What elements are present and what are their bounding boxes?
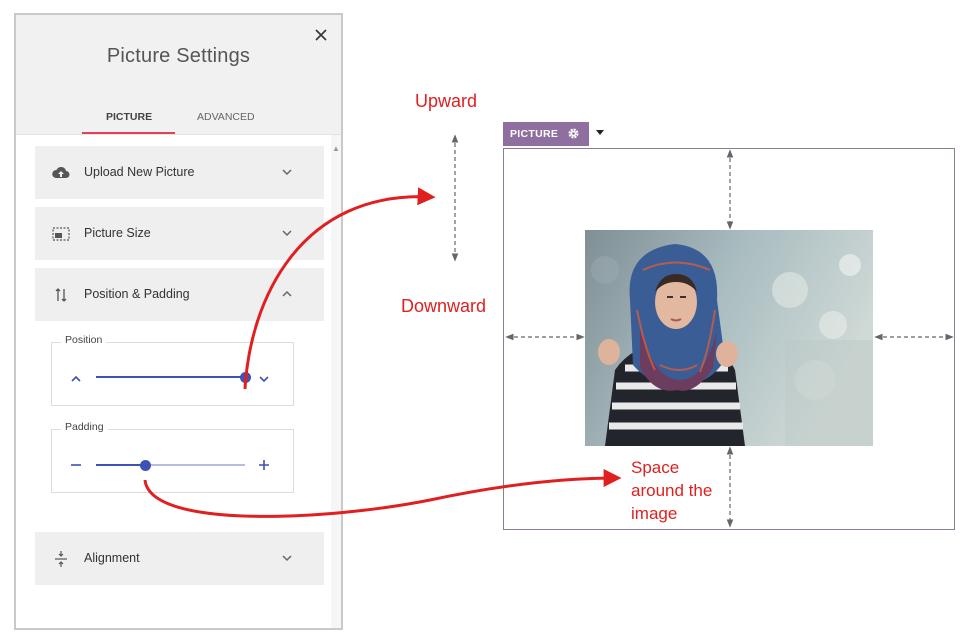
- padding-slider-fill: [96, 464, 146, 466]
- vertical-align-icon: [55, 551, 67, 567]
- chevron-up-icon: [282, 290, 292, 297]
- padding-decrease-button[interactable]: [68, 457, 84, 473]
- tab-picture[interactable]: PICTURE: [106, 111, 152, 123]
- gear-icon: [568, 128, 579, 139]
- picture-badge[interactable]: PICTURE: [503, 122, 589, 146]
- close-icon: [315, 29, 327, 41]
- picture-size-icon: [52, 227, 70, 241]
- chevron-down-icon: [259, 376, 269, 383]
- badge-dropdown-caret-icon[interactable]: [596, 130, 604, 135]
- position-control: Position: [51, 334, 294, 406]
- chevron-down-icon: [282, 555, 292, 562]
- padding-control: Padding: [51, 421, 294, 493]
- scroll-up-icon[interactable]: ▲: [332, 145, 340, 153]
- padding-legend: Padding: [61, 421, 108, 433]
- section-label: Picture Size: [84, 226, 151, 240]
- position-slider-thumb[interactable]: [239, 371, 251, 383]
- section-label: Alignment: [84, 551, 140, 565]
- picture-badge-label: PICTURE: [510, 128, 559, 140]
- padding-increase-button[interactable]: [256, 457, 272, 473]
- section-label: Upload New Picture: [84, 165, 195, 179]
- header-divider: [16, 134, 341, 135]
- position-up-button[interactable]: [68, 371, 84, 387]
- minus-icon: [71, 464, 81, 466]
- position-slider[interactable]: [96, 371, 251, 383]
- section-position-padding[interactable]: Position & Padding: [35, 268, 324, 321]
- panel-scrollbar[interactable]: [331, 135, 341, 628]
- photo-illustration: [585, 230, 873, 446]
- section-alignment[interactable]: Alignment: [35, 532, 324, 585]
- chevron-down-icon: [282, 169, 292, 176]
- tab-advanced[interactable]: ADVANCED: [197, 111, 255, 123]
- close-button[interactable]: [311, 25, 331, 45]
- padding-slider[interactable]: [96, 459, 245, 471]
- panel-header: [16, 15, 341, 135]
- chevron-down-icon: [282, 230, 292, 237]
- position-arrows-icon: [55, 288, 67, 302]
- position-down-button[interactable]: [256, 371, 272, 387]
- position-slider-fill: [96, 376, 245, 378]
- panel-title: Picture Settings: [106, 45, 251, 67]
- section-picture-size[interactable]: Picture Size: [35, 207, 324, 260]
- picture-image[interactable]: [585, 230, 873, 446]
- section-upload-new-picture[interactable]: Upload New Picture: [35, 146, 324, 199]
- chevron-up-icon: [71, 375, 81, 382]
- section-label: Position & Padding: [84, 287, 190, 301]
- annotation-downward: Downward: [401, 296, 487, 316]
- padding-slider-thumb[interactable]: [139, 459, 151, 471]
- cloud-upload-icon: [52, 166, 70, 178]
- position-legend: Position: [61, 334, 107, 346]
- plus-icon: [259, 460, 269, 470]
- annotation-upward: Upward: [415, 91, 478, 111]
